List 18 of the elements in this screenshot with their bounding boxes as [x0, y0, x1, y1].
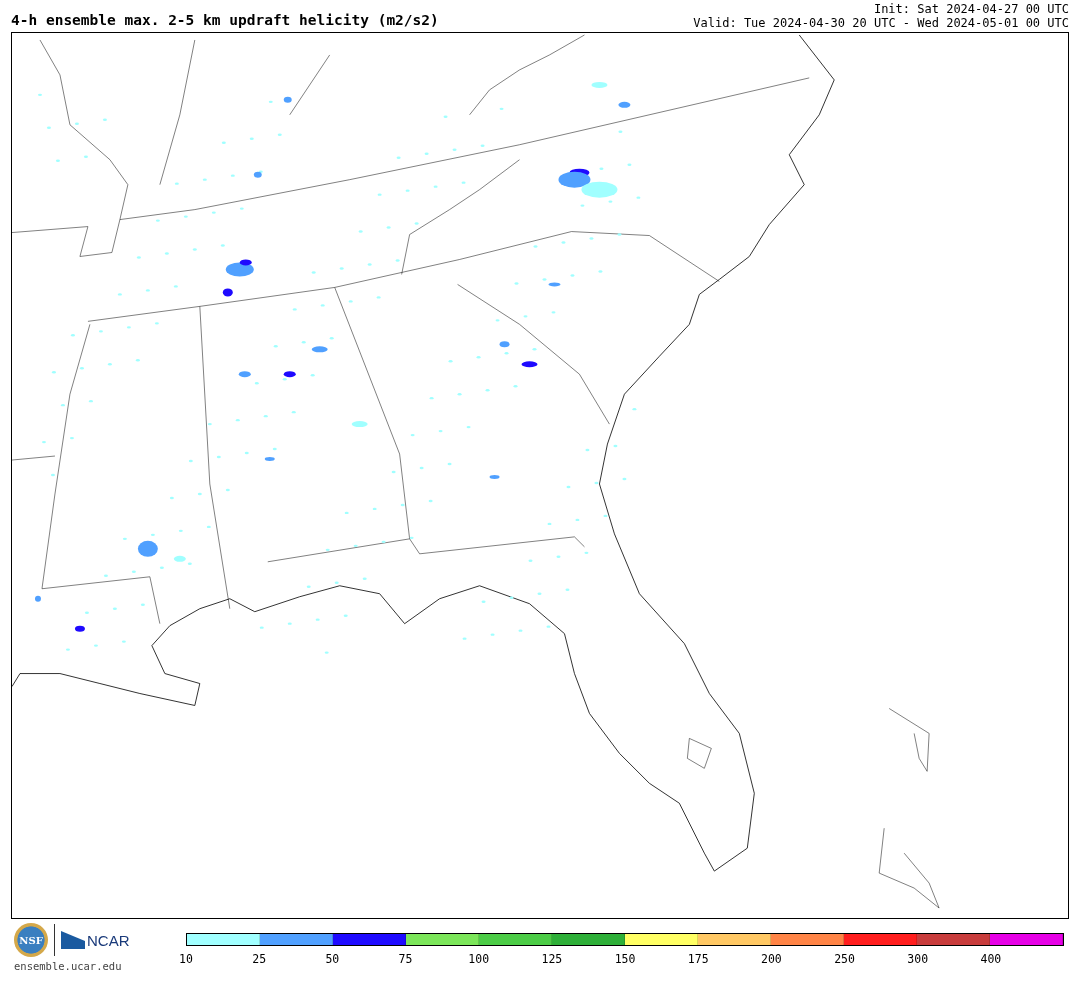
- scale-label: 300: [907, 952, 929, 966]
- scale-label: 150: [614, 952, 636, 966]
- init-time: Init: Sat 2024-04-27 00 UTC: [873, 2, 1069, 16]
- scale-label: 250: [834, 952, 855, 966]
- valid-time: Valid: Tue 2024-04-30 20 UTC - Wed 2024-05-01 00 UTC: [693, 16, 1069, 30]
- ncar-logo: NCAR: [61, 931, 130, 949]
- scale-label: 25: [252, 952, 267, 966]
- scale-label: 75: [398, 952, 413, 966]
- chart-title: 4-h ensemble max. 2-5 km updraft helicity (m2/s2): [11, 12, 439, 30]
- scale-label: 10: [179, 952, 193, 966]
- nsf-logo: NSF: [14, 923, 48, 957]
- site-url: ensemble.ucar.edu: [14, 960, 122, 972]
- scale-label: 175: [687, 952, 709, 966]
- scale-label: 200: [761, 952, 782, 966]
- scale-label: 125: [541, 952, 563, 966]
- scale-label: 50: [325, 952, 340, 966]
- scale-label: 400: [980, 952, 1002, 966]
- scale-label: 100: [468, 952, 490, 966]
